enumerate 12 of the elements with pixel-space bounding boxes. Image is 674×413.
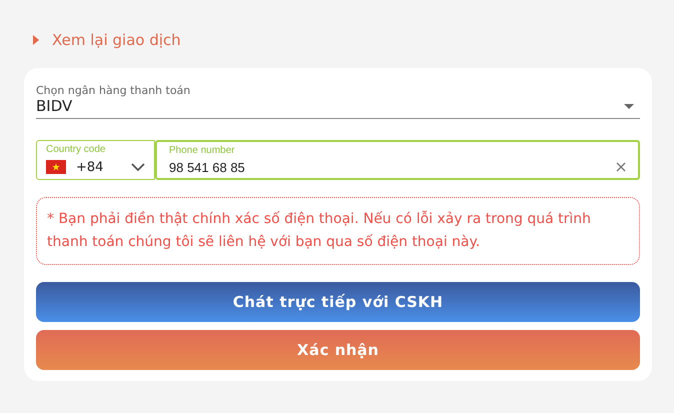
- bank-select[interactable]: Chọn ngân hàng thanh toán BIDV: [36, 84, 640, 119]
- chevron-down-icon: [131, 162, 145, 172]
- chat-button[interactable]: Chát trực tiếp với CSKH: [36, 282, 640, 322]
- warning-notice: * Bạn phải điền thật chính xác số điện thoại. Nếu có lỗi xảy ra trong quá trình thanh toán chúng tôi sẽ liên hệ với bạn qua số điện thoại này.: [36, 197, 640, 265]
- flag-icon: [46, 160, 66, 174]
- select-label: Chọn ngân hàng thanh toán: [36, 84, 192, 97]
- caret-icon: [33, 35, 39, 45]
- dropdown-icon: [624, 104, 634, 108]
- country-code-select[interactable]: Country code +84: [36, 140, 155, 180]
- select-value: BIDV: [36, 97, 72, 115]
- clear-icon[interactable]: [616, 162, 626, 172]
- phone-field[interactable]: Phone number 98 541 68 85: [155, 140, 640, 180]
